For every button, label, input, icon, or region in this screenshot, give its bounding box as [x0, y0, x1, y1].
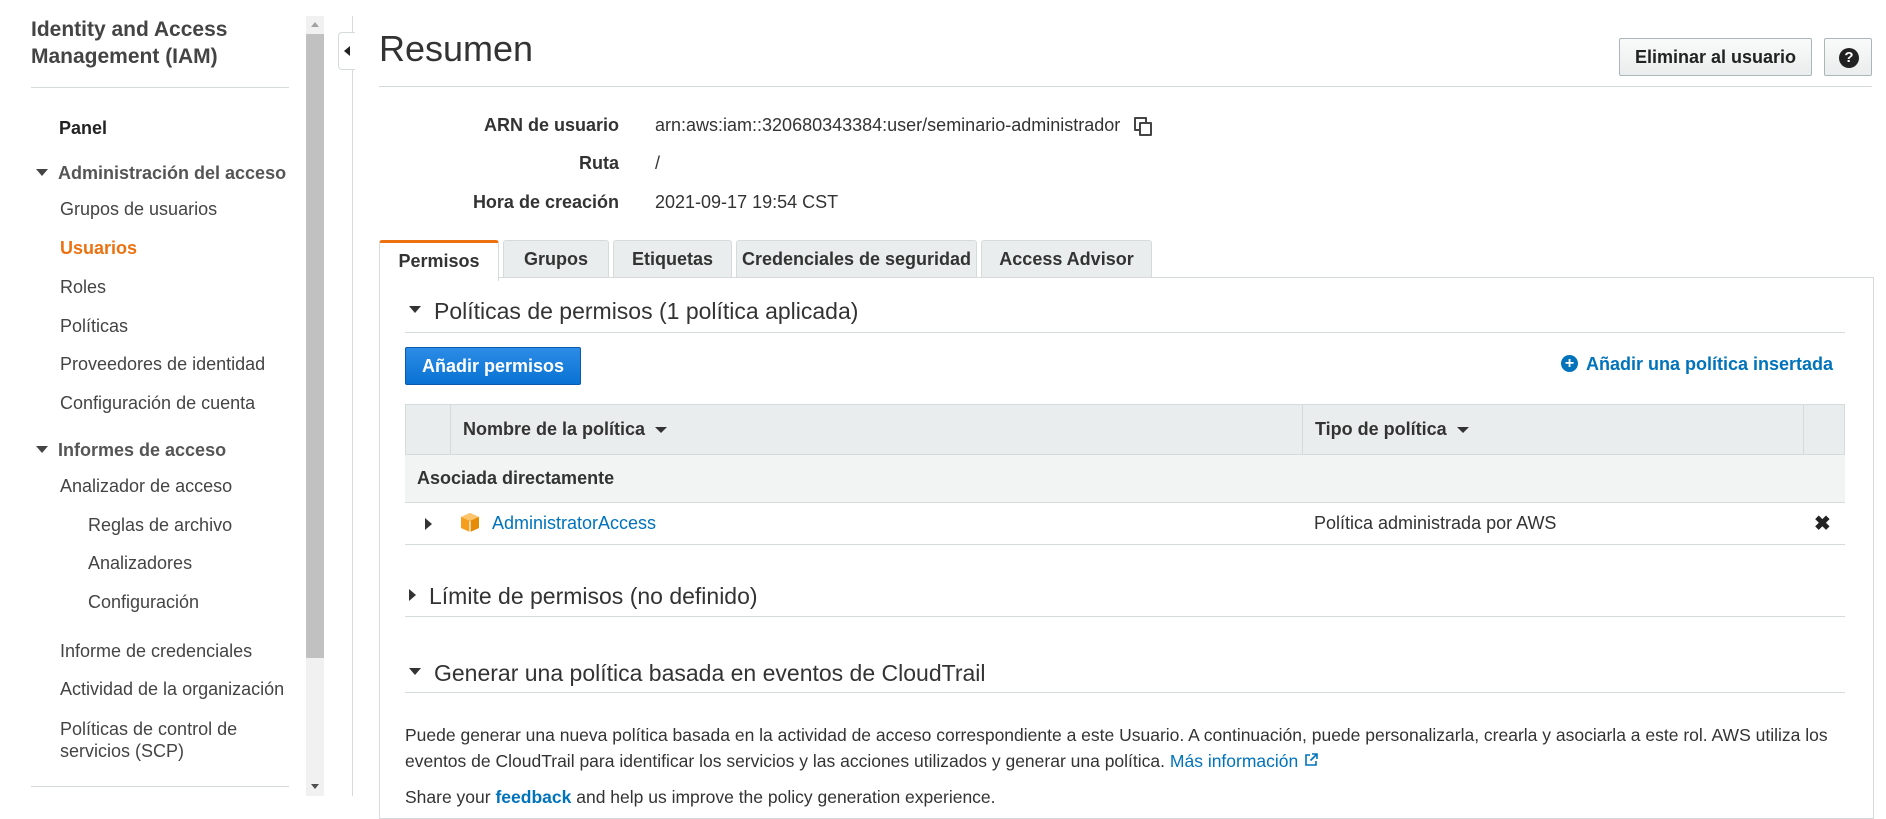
permissions-boundary-header[interactable]: Límite de permisos (no definido)	[409, 583, 758, 610]
cloudtrail-description-text: Puede generar una nueva política basada …	[405, 725, 1828, 771]
table-header: Nombre de la política Tipo de política	[405, 404, 1845, 455]
help-icon: ?	[1839, 48, 1859, 68]
scroll-down-arrow-icon[interactable]	[306, 778, 324, 796]
path-label: Ruta	[579, 153, 619, 173]
sidebar-divider	[31, 786, 289, 787]
sidebar-item-user-groups[interactable]: Grupos de usuarios	[60, 199, 217, 220]
column-header-policy-name[interactable]: Nombre de la política	[450, 405, 1302, 454]
sidebar-border	[352, 16, 353, 796]
tab-security-credentials[interactable]: Credenciales de seguridad	[736, 240, 977, 278]
sidebar-section-access-reports[interactable]: Informes de acceso	[36, 440, 226, 461]
scroll-up-arrow-icon[interactable]	[306, 16, 324, 34]
delete-user-button[interactable]: Eliminar al usuario	[1619, 38, 1812, 76]
column-header-actions	[1803, 405, 1844, 454]
column-header-policy-type[interactable]: Tipo de política	[1302, 405, 1803, 454]
add-inline-policy-label: Añadir una política insertada	[1586, 354, 1834, 374]
sidebar-item-archive-rules[interactable]: Reglas de archivo	[88, 515, 232, 536]
section-divider	[405, 332, 1845, 333]
created-value: 2021-09-17 19:54 CST	[655, 192, 839, 212]
external-link-icon	[1305, 753, 1319, 767]
feedback-suffix: and help us improve the policy generatio…	[576, 787, 996, 807]
policy-type-cell: Política administrada por AWS	[1314, 513, 1557, 533]
section-divider	[405, 616, 1845, 617]
add-permissions-button[interactable]: Añadir permisos	[405, 347, 581, 385]
sidebar-section-access-management[interactable]: Administración del acceso	[36, 163, 286, 184]
arn-text: arn:aws:iam::320680343384:user/seminario…	[655, 115, 1121, 135]
sidebar-item-panel[interactable]: Panel	[59, 118, 107, 139]
section-title: Límite de permisos (no definido)	[429, 583, 758, 609]
arn-value: arn:aws:iam::320680343384:user/seminario…	[655, 115, 1153, 136]
sidebar-title: Identity and Access Management (IAM)	[31, 18, 228, 68]
feedback-text: Share your feedback and help us improve …	[405, 787, 996, 808]
feedback-link[interactable]: feedback	[495, 787, 571, 807]
sidebar-scrollbar-thumb[interactable]	[306, 34, 324, 658]
sidebar-item-organization-activity[interactable]: Actividad de la organización	[60, 679, 284, 700]
cloudtrail-description: Puede generar una nueva política basada …	[405, 722, 1845, 774]
created-label: Hora de creación	[472, 192, 619, 212]
header-divider	[379, 86, 1872, 87]
permission-policies-header[interactable]: Políticas de permisos (1 política aplica…	[409, 298, 858, 325]
arn-label: ARN de usuario	[483, 115, 619, 135]
more-info-label: Más información	[1169, 751, 1299, 771]
tab-access-advisor[interactable]: Access Advisor	[981, 240, 1152, 278]
sidebar-item-account-settings[interactable]: Configuración de cuenta	[60, 393, 255, 414]
copy-icon[interactable]	[1134, 116, 1153, 136]
policy-name-link[interactable]: AdministratorAccess	[492, 513, 656, 534]
sidebar: Identity and Access Management (IAM) Pan…	[0, 0, 310, 796]
remove-icon[interactable]: ✖	[1814, 511, 1831, 536]
tab-permissions[interactable]: Permisos	[379, 240, 499, 281]
page-title: Resumen	[379, 28, 534, 69]
sort-caret-icon	[655, 427, 668, 434]
more-info-link[interactable]: Más información	[1169, 751, 1319, 771]
sidebar-item-identity-providers[interactable]: Proveedores de identidad	[60, 354, 265, 375]
sidebar-section-label: Administración del acceso	[58, 163, 287, 183]
expand-row-icon[interactable]	[425, 518, 432, 530]
tab-groups[interactable]: Grupos	[503, 240, 609, 278]
sidebar-item-analyzers[interactable]: Analizadores	[88, 553, 192, 574]
tab-tags[interactable]: Etiquetas	[613, 240, 732, 278]
help-button[interactable]: ?	[1824, 38, 1872, 76]
chevron-down-icon	[409, 668, 421, 676]
sidebar-item-roles[interactable]: Roles	[60, 277, 106, 298]
chevron-down-icon	[36, 168, 48, 176]
collapse-sidebar-icon[interactable]	[338, 32, 355, 70]
sidebar-item-scp[interactable]: Políticas de control de servicios (SCP)	[60, 718, 285, 762]
cloudtrail-policy-header[interactable]: Generar una política basada en eventos d…	[409, 660, 986, 687]
sidebar-item-analyzer-settings[interactable]: Configuración	[88, 592, 199, 613]
feedback-prefix: Share your	[405, 787, 491, 807]
column-header-label: Nombre de la política	[463, 419, 646, 439]
table-group-row: Asociada directamente	[405, 455, 1845, 503]
sidebar-divider	[31, 87, 289, 88]
table-row: AdministratorAccess Política administrad…	[405, 503, 1845, 545]
path-value: /	[655, 153, 661, 173]
chevron-down-icon	[409, 306, 421, 314]
section-title: Políticas de permisos (1 política aplica…	[434, 298, 859, 324]
sidebar-item-credential-report[interactable]: Informe de credenciales	[60, 641, 252, 662]
section-title: Generar una política basada en eventos d…	[434, 660, 986, 686]
sidebar-section-label: Informes de acceso	[58, 440, 227, 460]
sort-caret-icon	[1456, 427, 1469, 434]
column-header-label: Tipo de política	[1315, 419, 1447, 439]
plus-circle-icon: +	[1561, 354, 1578, 372]
sidebar-item-users[interactable]: Usuarios	[60, 238, 137, 259]
section-divider	[405, 692, 1845, 693]
policy-box-icon	[461, 513, 479, 532]
sidebar-item-access-analyzer[interactable]: Analizador de acceso	[60, 476, 232, 497]
sidebar-item-policies[interactable]: Políticas	[60, 316, 128, 337]
add-inline-policy-link[interactable]: + Añadir una política insertada	[1561, 354, 1833, 375]
chevron-right-icon	[409, 588, 416, 601]
chevron-down-icon	[36, 445, 48, 453]
